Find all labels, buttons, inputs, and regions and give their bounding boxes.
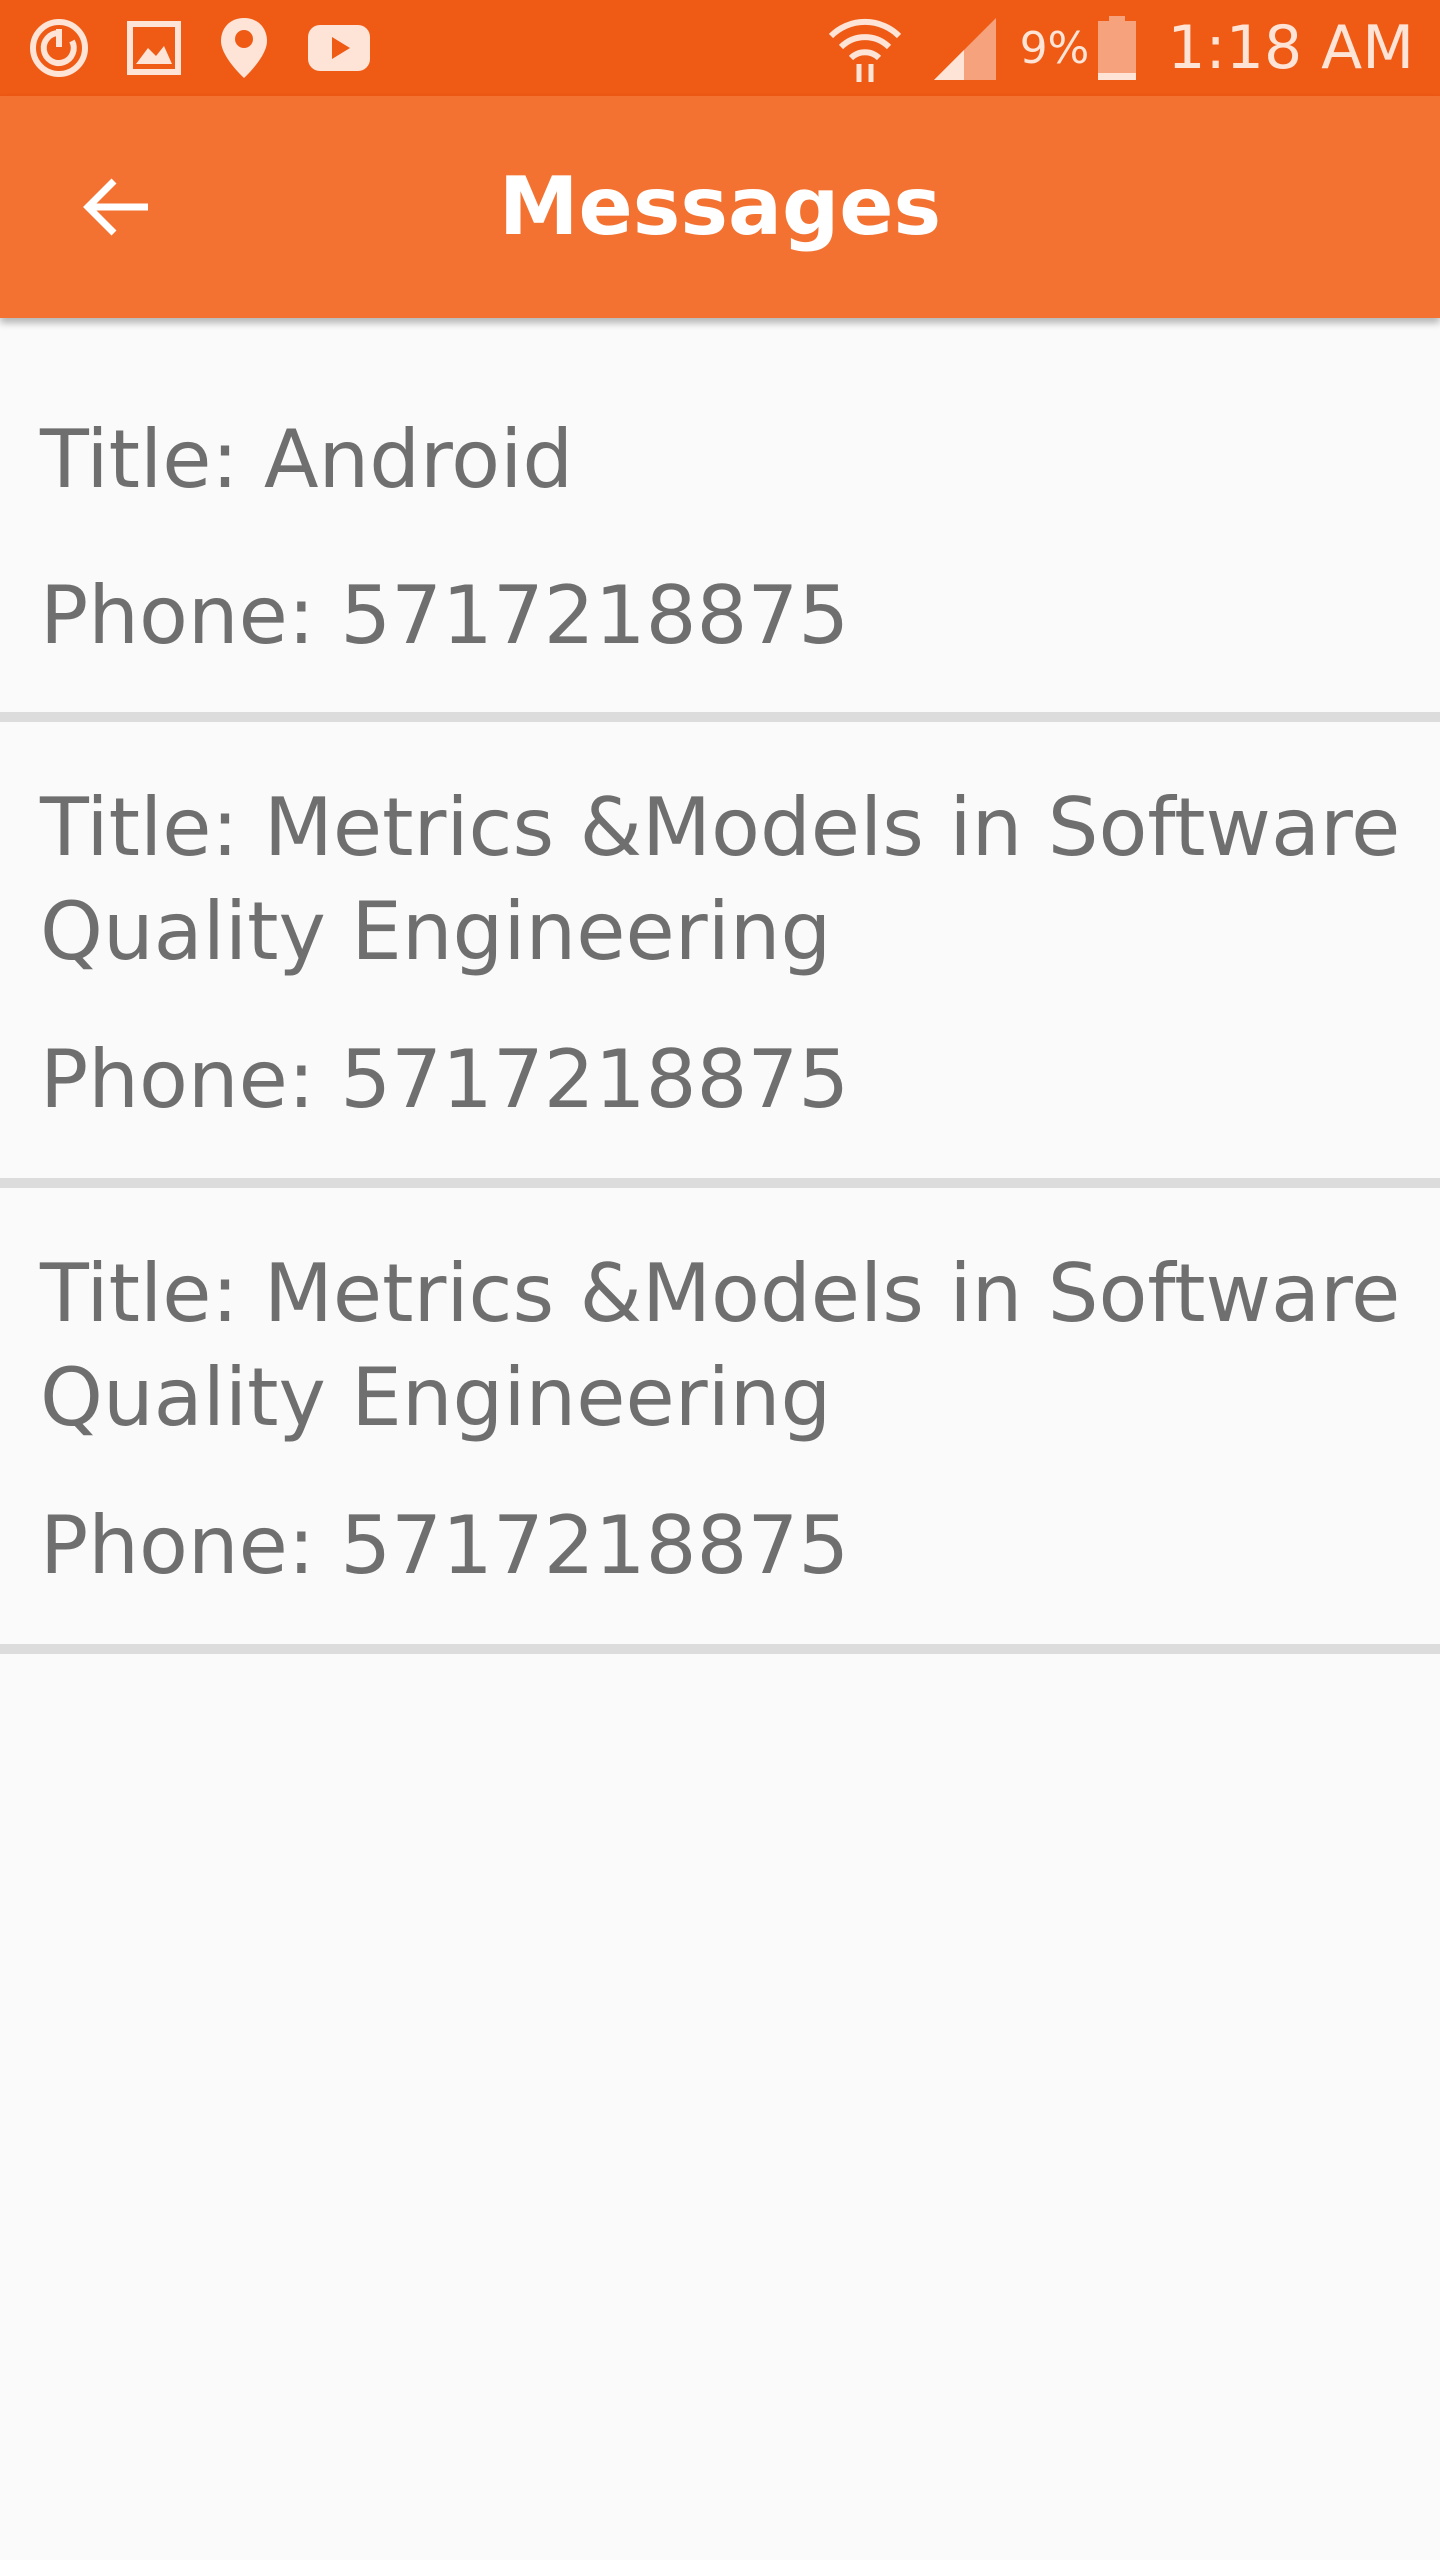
message-list: Title: Android Phone: 5717218875 Title: …: [0, 318, 1440, 1654]
page-title: Messages: [498, 160, 942, 253]
clock: 1:18 AM: [1167, 13, 1414, 83]
message-title: Title: Metrics &Models in Software Quali…: [40, 781, 1401, 978]
status-bar-left-icons: [28, 15, 408, 81]
message-title: Title: Metrics &Models in Software Quali…: [40, 1247, 1401, 1444]
message-phone: Phone: 5717218875: [40, 569, 850, 662]
location-pin-icon: [218, 15, 270, 81]
status-bar: 9% 1:18 AM: [0, 0, 1440, 96]
message-item[interactable]: Title: Android Phone: 5717218875: [0, 318, 1440, 722]
wifi-icon: [826, 12, 904, 84]
battery-percent: 9%: [1019, 22, 1090, 74]
youtube-icon: [306, 23, 372, 73]
message-phone: Phone: 5717218875: [40, 1499, 850, 1592]
sync-icon: [28, 17, 90, 79]
arrow-left-icon: [82, 176, 152, 238]
message-item[interactable]: Title: Metrics &Models in Software Quali…: [0, 722, 1440, 1188]
status-bar-right-icons: 9% 1:18 AM: [826, 12, 1414, 84]
message-title: Title: Android: [40, 413, 574, 506]
message-item[interactable]: Title: Metrics &Models in Software Quali…: [0, 1188, 1440, 1654]
back-button[interactable]: [52, 142, 182, 272]
cell-signal-icon: [930, 14, 1000, 82]
message-phone: Phone: 5717218875: [40, 1033, 850, 1126]
gallery-icon: [126, 20, 182, 76]
battery-icon: [1097, 15, 1137, 81]
app-bar: Messages: [0, 96, 1440, 318]
